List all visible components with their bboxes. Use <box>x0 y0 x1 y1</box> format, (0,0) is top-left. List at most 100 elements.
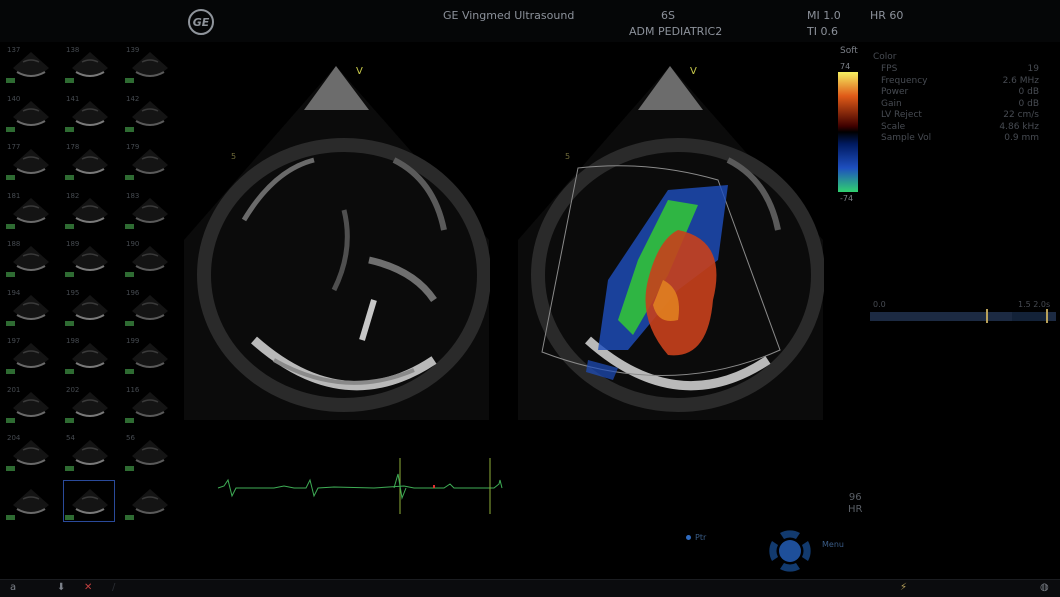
thumbnail-format-tag <box>65 223 74 229</box>
thumbnail-image <box>132 343 168 368</box>
thumbnail-image <box>132 52 168 77</box>
vendor-title: GE Vingmed Ultrasound <box>443 9 575 22</box>
thumbnail[interactable]: 137 <box>5 44 55 84</box>
menu-label[interactable]: Menu <box>822 540 844 549</box>
params-header: Color <box>873 52 897 62</box>
color-filter-label: Soft <box>840 46 858 56</box>
cine-timeline[interactable] <box>870 309 1056 323</box>
mechanical-index: MI 1.0 <box>807 9 841 22</box>
orientation-marker: V <box>690 66 697 77</box>
thumbnail-image <box>13 488 49 514</box>
trackball-icon[interactable] <box>766 527 814 575</box>
thumbnail[interactable]: 188 <box>5 238 55 278</box>
thumbnail-format-tag <box>65 417 74 423</box>
thumbnail[interactable]: 198 <box>64 335 114 375</box>
thumbnail[interactable]: 199 <box>124 335 174 375</box>
disconnect-icon[interactable]: ✕ <box>84 582 92 593</box>
thumbnail-image <box>132 100 168 126</box>
thumbnail[interactable]: 202 <box>64 384 114 424</box>
param-value: 0 dB <box>1018 98 1039 109</box>
thumbnail-image <box>72 294 108 320</box>
thumbnail-image <box>13 440 49 465</box>
thumbnail-format-tag <box>125 466 134 471</box>
thumbnail-image <box>132 246 168 271</box>
param-label: Sample Vol <box>881 133 932 143</box>
pointer-label: Ptr <box>695 533 707 542</box>
heart-rate-readout: 96 HR <box>848 492 862 516</box>
cine-right-marker[interactable] <box>1046 309 1048 323</box>
thumbnail-image <box>13 294 49 320</box>
pointer-control[interactable]: Ptr <box>686 533 706 542</box>
thumbnail[interactable]: 56 <box>124 432 174 472</box>
param-row: Scale 4.86 kHz <box>873 122 1045 134</box>
thumbnail-format-tag <box>125 320 134 326</box>
thumbnail[interactable]: 196 <box>124 287 174 327</box>
thumbnail[interactable]: 179 <box>124 141 174 181</box>
param-value: 4.86 kHz <box>999 121 1039 132</box>
timeline-end: 1.5 2.0s <box>1018 300 1051 309</box>
thumbnail[interactable]: 182 <box>64 190 114 230</box>
thumbnail[interactable]: 189 <box>64 238 114 278</box>
thumbnail-image <box>72 52 108 77</box>
thumbnail[interactable]: 181 <box>5 190 55 230</box>
thumbnail[interactable]: 140 <box>5 93 55 133</box>
thumbnail-format-tag <box>65 320 74 326</box>
thumbnail[interactable]: 190 <box>124 238 174 278</box>
disabled-tool-icon: / <box>112 582 116 593</box>
thumbnail-image <box>72 149 108 174</box>
thumbnail[interactable]: 194 <box>5 287 55 327</box>
thumbnail-image <box>13 197 49 223</box>
thumbnail[interactable]: 204 <box>5 432 55 472</box>
thumbnail-image <box>72 343 108 368</box>
ecg-trace <box>217 458 503 514</box>
thumbnail[interactable]: 178 <box>64 141 114 181</box>
cine-left-marker[interactable] <box>986 309 988 323</box>
param-value: 2.6 MHz <box>1002 75 1039 86</box>
thumbnail-format-tag <box>6 466 15 471</box>
download-icon[interactable]: ⬇ <box>57 582 65 593</box>
thumbnail-image <box>72 246 108 271</box>
thumbnail[interactable]: 197 <box>5 335 55 375</box>
thumbnail-image <box>13 52 49 77</box>
thumbnail[interactable]: 195 <box>64 287 114 327</box>
param-value: 19 <box>1027 64 1039 74</box>
thumbnail-format-tag <box>125 78 134 83</box>
depth-marker: 5 <box>231 152 237 161</box>
thumbnail[interactable]: 54 <box>64 432 114 472</box>
bmode-image[interactable]: V 5 <box>184 60 490 420</box>
thumbnail[interactable]: 116 <box>124 384 174 424</box>
probe-name: 6S <box>661 9 675 22</box>
thumbnail[interactable]: 183 <box>124 190 174 230</box>
keyboard-indicator: a <box>10 582 17 593</box>
thumbnail-image <box>72 440 108 465</box>
thumbnail[interactable]: 138 <box>64 44 114 84</box>
param-row: Sample Vol 0.9 mm <box>873 133 1045 145</box>
thumbnail[interactable]: 201 <box>5 384 55 424</box>
pointer-indicator-icon <box>686 535 691 540</box>
thumbnail-format-tag <box>125 369 134 374</box>
thumbnail-image <box>132 197 168 223</box>
thumbnail-image <box>13 391 49 417</box>
thumbnail[interactable]: 141 <box>64 93 114 133</box>
param-label: Frequency <box>881 75 928 86</box>
header-heart-rate: HR 60 <box>870 9 904 22</box>
thumbnail-image <box>13 100 49 126</box>
thumbnail-format-tag <box>6 417 15 423</box>
thumbnail[interactable] <box>5 481 55 521</box>
param-value: 22 cm/s <box>1003 110 1039 120</box>
probe-icon[interactable]: ⚡ <box>900 582 907 593</box>
thumbnail[interactable]: 142 <box>124 93 174 133</box>
thumbnail-format-tag <box>6 320 15 326</box>
thumbnail-image <box>72 100 108 126</box>
colorbar-bottom-value: -74 <box>840 194 854 203</box>
thumbnail-format-tag <box>125 175 134 180</box>
thumbnail[interactable] <box>63 479 115 522</box>
param-row: LV Reject 22 cm/s <box>873 110 1045 122</box>
thumbnail-image <box>72 488 108 514</box>
color-doppler-image[interactable]: V 5 <box>518 60 824 420</box>
thumbnail[interactable]: 139 <box>124 44 174 84</box>
thumbnail[interactable] <box>124 481 174 521</box>
ge-logo: GE <box>188 9 214 35</box>
top-status-bar: GE GE Vingmed Ultrasound 6S ADM PEDIATRI… <box>0 0 1060 42</box>
thumbnail[interactable]: 177 <box>5 141 55 181</box>
